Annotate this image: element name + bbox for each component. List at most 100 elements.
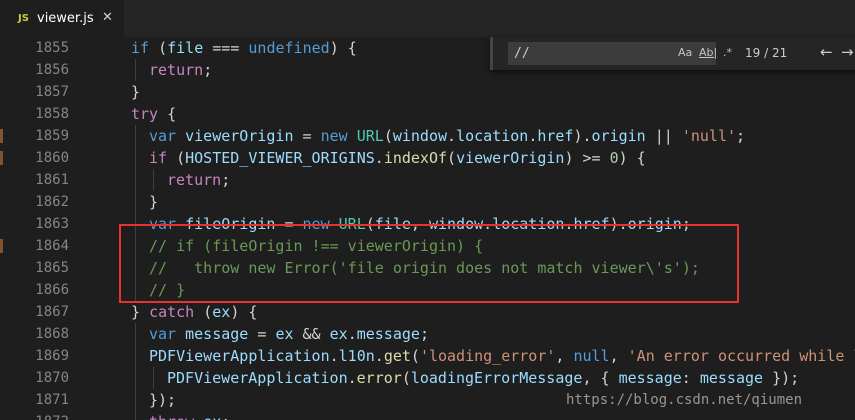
line-number: 1857 xyxy=(35,84,69,100)
code-token: ; xyxy=(221,171,231,189)
code-token: || xyxy=(645,127,682,145)
line-number: 1871 xyxy=(35,392,69,408)
indent-guide xyxy=(135,59,136,81)
code-token: 'null' xyxy=(681,127,737,145)
line-number: 1866 xyxy=(35,282,69,298)
code-text: } xyxy=(131,81,140,103)
code-token: }); xyxy=(763,369,800,387)
code-token: throw xyxy=(149,413,194,420)
code-token: } xyxy=(149,193,159,211)
code-token: ( xyxy=(194,303,213,321)
code-token: var xyxy=(149,325,177,343)
close-icon[interactable]: ✕ xyxy=(102,10,113,25)
line-number: 1859 xyxy=(35,128,69,144)
match-case-toggle[interactable]: Aa xyxy=(678,46,692,59)
code-token: ; xyxy=(203,61,213,79)
indent-guide xyxy=(135,147,136,169)
code-line: 1868 var message = ex && ex.message; xyxy=(0,323,855,345)
code-token: ( xyxy=(383,127,393,145)
find-widget: // Aa Ab| .* 19 / 21 ← → xyxy=(490,37,855,70)
regex-toggle[interactable]: .* xyxy=(723,46,732,59)
tab-viewer-js[interactable]: JS viewer.js ✕ xyxy=(0,0,124,37)
code-token: return xyxy=(167,171,222,189)
code-token: . xyxy=(528,127,538,145)
code-token: , { xyxy=(582,369,619,387)
line-number: 1868 xyxy=(35,326,69,342)
code-token: l10n xyxy=(338,347,375,365)
line-number: 1862 xyxy=(35,194,69,210)
code-token: ex xyxy=(203,413,221,420)
whole-word-toggle[interactable]: Ab| xyxy=(699,46,717,59)
indent-guide xyxy=(153,367,154,389)
watermark: https://blog.csdn.net/qiumen xyxy=(566,392,803,408)
code-token: location xyxy=(456,127,529,145)
code-token: ex xyxy=(275,325,294,343)
code-token: , xyxy=(609,347,628,365)
code-token: , xyxy=(555,347,574,365)
code-token: 0 xyxy=(609,149,619,167)
indent-guide xyxy=(135,169,136,191)
indent-guide xyxy=(135,125,136,147)
indent-guide xyxy=(153,169,154,191)
code-text: if (file === undefined) { xyxy=(131,37,357,59)
code-text: return; xyxy=(149,59,212,81)
indent-guide xyxy=(135,323,136,345)
code-token: . xyxy=(374,347,384,365)
code-token: ) { xyxy=(230,303,258,321)
code-token: var xyxy=(149,127,177,145)
code-token: ; xyxy=(221,413,230,420)
code-token: ( xyxy=(149,39,168,57)
code-token: URL xyxy=(356,127,384,145)
code-token: { xyxy=(158,105,177,123)
code-line: 1859 var viewerOrigin = new URL(window.lo… xyxy=(0,125,855,147)
code-token: ) { xyxy=(329,39,357,57)
code-line: 1860 if (HOSTED_VIEWER_ORIGINS.indexOf(vi… xyxy=(0,147,855,169)
line-number: 1860 xyxy=(35,150,69,166)
line-number: 1872 xyxy=(0,411,69,420)
code-token: loadingErrorMessage xyxy=(410,369,583,387)
gutter-change-marker xyxy=(0,151,3,165)
code-token: message xyxy=(185,325,249,343)
line-number: 1855 xyxy=(35,40,69,56)
code-token: message xyxy=(699,369,764,387)
tab-bar: JS viewer.js ✕ xyxy=(0,0,855,37)
code-token: . xyxy=(374,149,384,167)
code-token: . xyxy=(329,347,339,365)
code-token: href xyxy=(537,127,574,145)
code-text: PDFViewerApplication.l10n.get('loading_e… xyxy=(149,345,855,367)
line-number: 1865 xyxy=(35,260,69,276)
annotation-highlight-box xyxy=(119,224,739,303)
line-number: 1858 xyxy=(35,106,69,122)
code-token: ( xyxy=(401,369,411,387)
line-number: 1870 xyxy=(35,370,69,386)
code-token: PDFViewerApplication xyxy=(167,369,348,387)
code-token: ex xyxy=(329,325,348,343)
code-line: 1869 PDFViewerApplication.l10n.get('loadi… xyxy=(0,345,855,367)
code-token: . xyxy=(347,369,357,387)
code-line: 1862} xyxy=(0,191,855,213)
line-number: 1867 xyxy=(35,304,69,320)
code-token: if xyxy=(131,39,150,57)
indent-guide xyxy=(135,411,136,420)
code-token: message xyxy=(356,325,420,343)
code-token: ex xyxy=(212,303,231,321)
indent-guide xyxy=(135,191,136,213)
line-number: 1864 xyxy=(35,238,69,254)
code-text: var viewerOrigin = new URL(window.locati… xyxy=(149,125,745,147)
javascript-file-icon: JS xyxy=(18,13,29,24)
code-token: origin xyxy=(591,127,646,145)
gutter-change-marker xyxy=(0,129,3,143)
code-text: return; xyxy=(167,169,230,191)
gutter-change-marker xyxy=(0,239,3,253)
previous-match-icon[interactable]: ← xyxy=(820,43,833,61)
code-token: = xyxy=(293,127,321,145)
code-token: file xyxy=(167,39,204,57)
code-token: ( xyxy=(447,149,457,167)
code-line: 1858 try { xyxy=(0,103,855,125)
code-token: new xyxy=(320,127,348,145)
code-token: HOSTED_VIEWER_ORIGINS xyxy=(185,149,375,167)
next-match-icon[interactable]: → xyxy=(841,43,854,61)
indent-guide xyxy=(135,389,136,411)
code-token: viewerOrigin xyxy=(185,127,294,145)
